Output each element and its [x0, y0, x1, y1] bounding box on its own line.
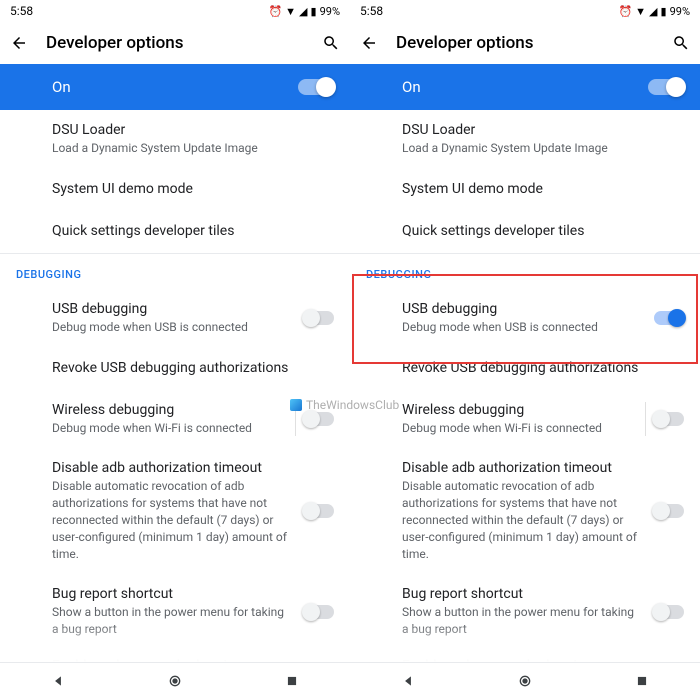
nav-back-icon[interactable]: [398, 674, 418, 688]
page-title: Developer options: [46, 33, 304, 53]
search-icon[interactable]: [322, 34, 340, 52]
item-dsu-loader[interactable]: DSU Loader Load a Dynamic System Update …: [350, 110, 700, 169]
item-dsu-loader[interactable]: DSU Loader Load a Dynamic System Update …: [0, 110, 350, 169]
divider: [645, 402, 646, 437]
item-usb-debugging[interactable]: USB debugging Debug mode when USB is con…: [0, 289, 350, 348]
nav-back-icon[interactable]: [48, 674, 68, 688]
switch-adb-timeout[interactable]: [304, 504, 334, 518]
app-bar: Developer options: [0, 22, 350, 64]
item-bug-report[interactable]: Bug report shortcut Show a button in the…: [350, 574, 700, 650]
nav-home-icon[interactable]: [165, 674, 185, 688]
app-bar: Developer options: [350, 22, 700, 64]
status-icons: ⏰ ▼ ◢ ▮ 99%: [268, 5, 340, 18]
battery-icon: ▮: [661, 5, 667, 18]
battery-text: 99%: [670, 5, 690, 18]
battery-icon: ▮: [311, 5, 317, 18]
item-bug-report[interactable]: Bug report shortcut Show a button in the…: [0, 574, 350, 650]
screen-left: 5:58 ⏰ ▼ ◢ ▮ 99% Developer options On: [0, 0, 350, 698]
switch-usb-debugging[interactable]: [654, 311, 684, 325]
switch-usb-debugging[interactable]: [304, 311, 334, 325]
nav-recents-icon[interactable]: [632, 674, 652, 688]
settings-list[interactable]: DSU Loader Load a Dynamic System Update …: [0, 110, 350, 662]
item-system-ui-demo[interactable]: System UI demo mode: [350, 169, 700, 211]
nav-bar: [350, 662, 700, 698]
item-quick-settings-tiles[interactable]: Quick settings developer tiles: [350, 211, 700, 253]
wifi-icon: ▼: [635, 5, 646, 18]
nav-home-icon[interactable]: [515, 674, 535, 688]
switch-wireless-debugging[interactable]: [304, 412, 334, 426]
back-icon[interactable]: [360, 34, 378, 52]
signal-icon: ◢: [649, 5, 657, 18]
wifi-icon: ▼: [285, 5, 296, 18]
item-wireless-debugging[interactable]: Wireless debugging Debug mode when Wi-Fi…: [350, 390, 700, 449]
item-wireless-debugging[interactable]: Wireless debugging Debug mode when Wi-Fi…: [0, 390, 350, 449]
page-title: Developer options: [396, 33, 654, 53]
item-adb-timeout[interactable]: Disable adb authorization timeout Disabl…: [0, 448, 350, 574]
screen-right: 5:58 ⏰ ▼ ◢ ▮ 99% Developer options On: [350, 0, 700, 698]
master-toggle[interactable]: On: [350, 64, 700, 110]
switch-bug-report[interactable]: [304, 605, 334, 619]
item-verbose-logging[interactable]: Enable verbose vendor logging: [0, 650, 350, 662]
settings-list[interactable]: DSU Loader Load a Dynamic System Update …: [350, 110, 700, 662]
item-quick-settings-tiles[interactable]: Quick settings developer tiles: [0, 211, 350, 253]
item-system-ui-demo[interactable]: System UI demo mode: [0, 169, 350, 211]
divider: [295, 402, 296, 437]
switch-adb-timeout[interactable]: [654, 504, 684, 518]
status-bar: 5:58 ⏰ ▼ ◢ ▮ 99%: [0, 0, 350, 22]
status-icons: ⏰ ▼ ◢ ▮ 99%: [618, 5, 690, 18]
item-usb-debugging[interactable]: USB debugging Debug mode when USB is con…: [350, 289, 700, 348]
section-debugging: DEBUGGING: [350, 253, 700, 289]
alarm-icon: ⏰: [618, 5, 632, 18]
switch-bug-report[interactable]: [654, 605, 684, 619]
master-toggle-label: On: [402, 78, 421, 96]
comparison-container: 5:58 ⏰ ▼ ◢ ▮ 99% Developer options On: [0, 0, 700, 698]
item-verbose-logging[interactable]: Enable verbose vendor logging: [350, 650, 700, 662]
master-toggle[interactable]: On: [0, 64, 350, 110]
item-revoke-auth[interactable]: Revoke USB debugging authorizations: [0, 348, 350, 390]
master-toggle-label: On: [52, 78, 71, 96]
status-time: 5:58: [360, 4, 383, 18]
signal-icon: ◢: [299, 5, 307, 18]
item-revoke-auth[interactable]: Revoke USB debugging authorizations: [350, 348, 700, 390]
status-time: 5:58: [10, 4, 33, 18]
status-bar: 5:58 ⏰ ▼ ◢ ▮ 99%: [350, 0, 700, 22]
section-debugging: DEBUGGING: [0, 253, 350, 289]
master-switch[interactable]: [648, 79, 684, 95]
master-switch[interactable]: [298, 79, 334, 95]
search-icon[interactable]: [672, 34, 690, 52]
switch-wireless-debugging[interactable]: [654, 412, 684, 426]
battery-text: 99%: [320, 5, 340, 18]
alarm-icon: ⏰: [268, 5, 282, 18]
nav-recents-icon[interactable]: [282, 674, 302, 688]
item-adb-timeout[interactable]: Disable adb authorization timeout Disabl…: [350, 448, 700, 574]
nav-bar: [0, 662, 350, 698]
back-icon[interactable]: [10, 34, 28, 52]
